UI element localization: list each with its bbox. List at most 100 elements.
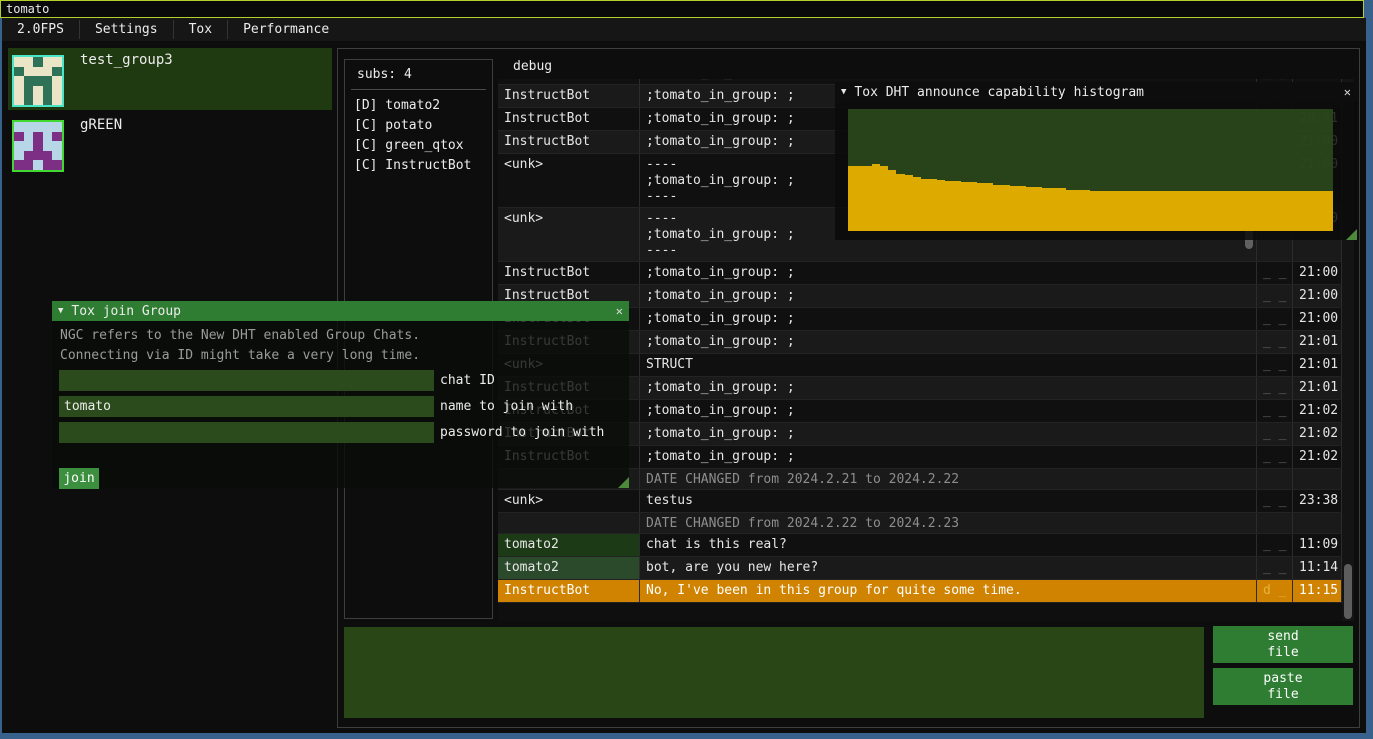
avatar-pixel <box>14 95 24 105</box>
histogram-bar <box>1284 191 1292 231</box>
close-icon[interactable]: ✕ <box>1344 85 1351 99</box>
delivery-flags: _ _ <box>1257 331 1293 353</box>
histogram-bar <box>880 166 888 231</box>
message-text: ;tomato_in_group: ; <box>640 331 1257 353</box>
collapse-arrow-icon[interactable]: ▼ <box>841 87 846 97</box>
histogram-bar <box>1308 191 1316 231</box>
menu-settings[interactable]: Settings <box>80 18 173 41</box>
join-group-dialog: ▼ Tox join Group ✕ NGC refers to the New… <box>52 301 629 488</box>
os-title-bar[interactable]: tomato <box>0 0 1364 18</box>
group-avatar <box>12 55 64 107</box>
message-timestamp: 21:02 <box>1293 400 1342 422</box>
histogram-bar <box>1074 190 1082 231</box>
avatar-pixel <box>14 67 24 77</box>
avatar-pixel <box>24 95 34 105</box>
histogram-bar <box>1058 188 1066 231</box>
date-changed-row[interactable]: DATE CHANGED from 2024.2.22 to 2024.2.23 <box>498 513 1342 534</box>
paste-file-button[interactable]: paste file <box>1213 668 1353 705</box>
sender-name: <unk> <box>498 154 640 207</box>
histogram-bar <box>1195 191 1203 231</box>
fps-indicator: 2.0FPS <box>2 18 79 41</box>
histogram-body <box>835 102 1357 240</box>
histogram-bar <box>1115 191 1123 231</box>
avatar-pixel <box>24 57 34 67</box>
delivery-flags <box>1257 513 1293 533</box>
tab-debug[interactable]: debug <box>498 59 552 74</box>
message-input[interactable] <box>344 627 1204 718</box>
histogram-bar <box>921 179 929 231</box>
menu-performance[interactable]: Performance <box>228 18 344 41</box>
resize-handle[interactable] <box>1346 229 1357 240</box>
message-row[interactable]: InstructBot;tomato_in_group: ;_ _21:00 <box>498 262 1342 285</box>
histogram-bar <box>1171 191 1179 231</box>
avatar-pixel <box>14 57 24 67</box>
group-list-item-gREEN[interactable]: gREEN <box>8 113 332 168</box>
message-row[interactable]: InstructBotNo, I've been in this group f… <box>498 580 1342 603</box>
histogram-bar <box>1155 191 1163 231</box>
histogram-bar <box>913 177 921 231</box>
avatar-pixel <box>24 160 34 170</box>
histogram-bar <box>1163 191 1171 231</box>
message-row[interactable]: <unk>testus_ _23:38 <box>498 490 1342 513</box>
subscriber-item[interactable]: [C] green_qtox <box>354 136 488 156</box>
histogram-bar <box>896 174 904 231</box>
message-text: bot, are you new here? <box>640 557 1257 579</box>
close-icon[interactable]: ✕ <box>616 304 623 318</box>
subscriber-item[interactable]: [D] tomato2 <box>354 96 488 116</box>
subscriber-item[interactable]: [C] InstructBot <box>354 156 488 176</box>
chat-scrollbar-thumb[interactable] <box>1344 564 1352 619</box>
message-text: ;tomato_in_group: ; <box>640 377 1257 399</box>
message-timestamp: 21:01 <box>1293 377 1342 399</box>
histogram-bar <box>1107 191 1115 231</box>
join-button[interactable]: join <box>59 468 99 489</box>
message-timestamp: 21:02 <box>1293 446 1342 468</box>
delivery-flags: _ _ <box>1257 400 1293 422</box>
histogram-bar <box>1236 191 1244 231</box>
sender-name: InstructBot <box>498 79 640 84</box>
sender-name: InstructBot <box>498 108 640 130</box>
message-text: ;tomato_in_group: ; <box>640 446 1257 468</box>
histogram-bar <box>1317 191 1325 231</box>
sender-name: <unk> <box>498 208 640 261</box>
sender-name: InstructBot <box>498 131 640 153</box>
histogram-bar <box>1098 191 1106 231</box>
message-row[interactable]: tomato2bot, are you new here?_ _11:14 <box>498 557 1342 580</box>
message-row[interactable]: tomato2chat is this real?_ _11:09 <box>498 534 1342 557</box>
avatar-pixel <box>52 76 62 86</box>
histogram-title-bar[interactable]: ▼ Tox DHT announce capability histogram … <box>835 82 1357 102</box>
avatar-pixel <box>33 141 43 151</box>
menu-tox[interactable]: Tox <box>174 18 227 41</box>
avatar-pixel <box>33 132 43 142</box>
join-name-field[interactable] <box>59 396 434 417</box>
subs-list: [D] tomato2[C] potato[C] green_qtox[C] I… <box>354 96 488 176</box>
join-dialog-title-bar[interactable]: ▼ Tox join Group ✕ <box>52 301 629 321</box>
avatar-pixel <box>33 76 43 86</box>
message-timestamp: 21:01 <box>1293 354 1342 376</box>
histogram-title: Tox DHT announce capability histogram <box>854 85 1144 100</box>
subs-count-label: subs: 4 <box>357 67 412 82</box>
avatar-pixel <box>52 151 62 161</box>
group-list-item-test_group3[interactable]: test_group3 <box>8 48 332 110</box>
subscriber-item[interactable]: [C] potato <box>354 116 488 136</box>
chat-id-label: chat ID <box>440 373 495 388</box>
avatar-pixel <box>33 67 43 77</box>
join-password-field[interactable] <box>59 422 434 443</box>
collapse-arrow-icon[interactable]: ▼ <box>58 306 63 316</box>
join-dialog-title: Tox join Group <box>71 304 181 319</box>
group-name: gREEN <box>80 117 122 133</box>
delivery-flags: _ _ <box>1257 557 1293 579</box>
chat-id-field[interactable] <box>59 370 434 391</box>
message-timestamp: 11:09 <box>1293 534 1342 556</box>
histogram-bar <box>929 179 937 231</box>
histogram-bar <box>1123 191 1131 231</box>
avatar-pixel <box>52 122 62 132</box>
sender-name: tomato2 <box>498 557 640 579</box>
dialog-description: Connecting via ID might take a very long… <box>60 348 420 363</box>
send-file-button[interactable]: send file <box>1213 626 1353 663</box>
delivery-flags: d _ <box>1257 580 1293 602</box>
message-timestamp: 21:00 <box>1293 308 1342 330</box>
message-text: chat is this real? <box>640 534 1257 556</box>
resize-handle[interactable] <box>618 477 629 488</box>
avatar-pixel <box>14 160 24 170</box>
avatar-pixel <box>43 160 53 170</box>
